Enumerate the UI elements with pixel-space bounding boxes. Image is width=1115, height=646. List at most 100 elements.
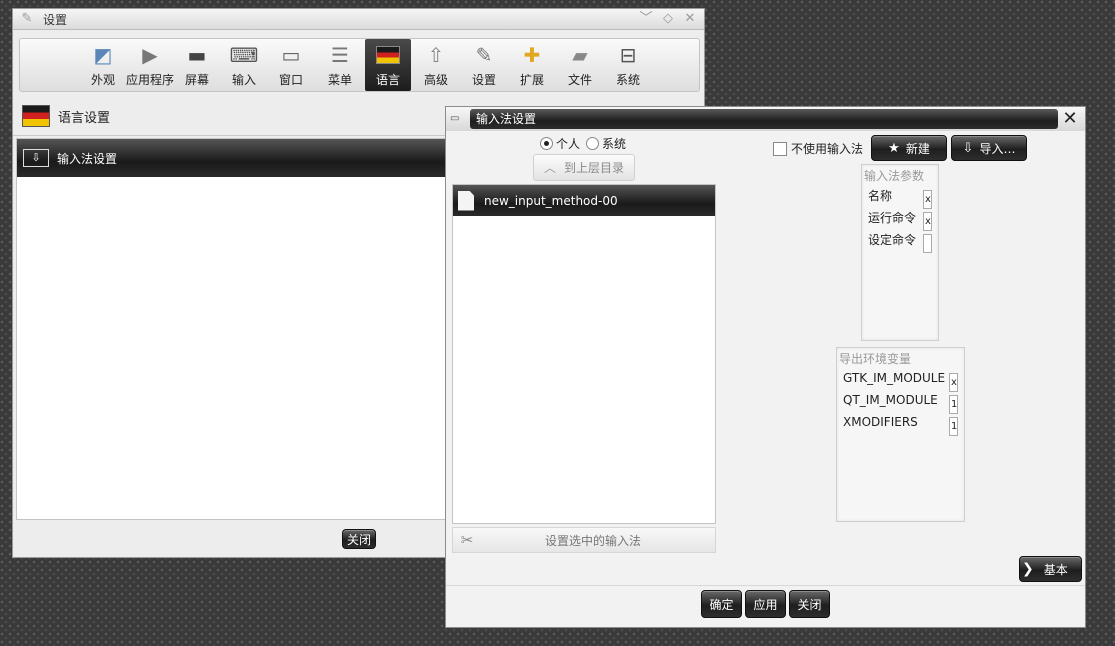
- toolbar-label: 外观: [90, 73, 115, 87]
- up-directory-label: 到上层目录: [564, 161, 625, 175]
- toolbar-label: 高级: [423, 73, 448, 87]
- toolbar-item-applications[interactable]: ▶ 应用程序: [124, 39, 176, 91]
- scope-radio-group: 个人 系统: [540, 135, 626, 152]
- field-label: XMODIFIERS: [843, 415, 918, 429]
- section-title: 语言设置: [58, 110, 111, 126]
- basic-label: 基本: [1043, 562, 1068, 577]
- group-title: 导出环境变量: [839, 352, 912, 366]
- toolbar-label: 输入: [231, 73, 256, 87]
- toolbar-item-extensions[interactable]: ✚ 扩展: [509, 39, 555, 91]
- applications-icon: ▶: [142, 43, 158, 67]
- window-title: 设置: [43, 12, 68, 27]
- group-title: 输入法参数: [864, 169, 925, 183]
- im-window-title: 输入法设置: [470, 109, 1058, 129]
- field-label: GTK_IM_MODULE: [843, 371, 946, 385]
- env-row-gtk: GTK_IM_MODULE: [837, 367, 964, 389]
- flag-icon: [374, 41, 402, 69]
- toolbar-item-advanced[interactable]: ⇧ 高级: [413, 39, 459, 91]
- list-item-label: 输入法设置: [57, 151, 118, 166]
- close-button[interactable]: 关闭: [342, 529, 376, 549]
- rocket-icon: ⇧: [427, 43, 445, 67]
- no-input-method-checkbox[interactable]: [773, 141, 787, 156]
- run-command-field[interactable]: x: [923, 212, 932, 231]
- chevron-right-icon: ❯: [1022, 561, 1034, 577]
- configure-selected-button[interactable]: ✂ 设置选中的输入法: [452, 527, 716, 553]
- toolbar-item-input[interactable]: ⌨ 输入: [221, 39, 267, 91]
- qt-im-module-field[interactable]: 1: [949, 395, 958, 414]
- toolbar-item-system[interactable]: ⊟ 系统: [605, 39, 651, 91]
- list-item-label: new_input_method-00: [484, 193, 618, 208]
- field-label: 设定命令: [868, 232, 917, 247]
- toolbar-label: 应用程序: [125, 73, 174, 87]
- flag-icon: [22, 105, 50, 127]
- import-button[interactable]: ⇩ 导入…: [951, 135, 1027, 161]
- toolbar-item-window[interactable]: ▭ 窗口: [268, 39, 314, 91]
- configure-selected-label: 设置选中的输入法: [545, 533, 642, 548]
- wrench-icon: ✎: [21, 11, 33, 26]
- basic-button[interactable]: ❯ 基本: [1019, 556, 1082, 582]
- toolbar-label: 屏幕: [184, 73, 209, 87]
- apply-button[interactable]: 应用: [745, 590, 786, 618]
- ok-button[interactable]: 确定: [701, 590, 742, 618]
- toolbar-label: 文件: [567, 73, 592, 87]
- puzzle-icon: ✚: [523, 43, 541, 67]
- list-item-input-method[interactable]: ⇩ 输入法设置: [17, 139, 449, 177]
- tools-icon: ✂: [460, 531, 474, 549]
- gtk-im-module-field[interactable]: x: [949, 373, 958, 392]
- env-vars-group: 导出环境变量 GTK_IM_MODULE QT_IM_MODULE XMODIF…: [836, 347, 965, 522]
- minimize-icon[interactable]: ﹀: [638, 11, 654, 27]
- toolbar-item-files[interactable]: ▰ 文件: [557, 39, 603, 91]
- language-options-list: ⇩ 输入法设置: [16, 138, 450, 520]
- divider: [446, 585, 1085, 586]
- xmodifiers-field[interactable]: 1: [949, 417, 958, 436]
- keyboard-icon: ⇩: [23, 149, 49, 167]
- radio-system[interactable]: [586, 137, 600, 150]
- toolbar-label: 扩展: [519, 73, 544, 87]
- settings-titlebar: ✎ 设置 ﹀ ◇ ✕: [13, 9, 704, 30]
- radio-system-label: 系统: [602, 137, 627, 151]
- radio-personal-label: 个人: [556, 137, 581, 151]
- up-directory-button[interactable]: ︿ 到上层目录: [533, 154, 635, 181]
- field-label: 名称: [868, 188, 893, 203]
- im-titlebar: ▭ 输入法设置: [446, 107, 1085, 131]
- toolbar-item-screen[interactable]: ▬ 屏幕: [174, 39, 220, 91]
- file-icon: [458, 190, 474, 211]
- new-button[interactable]: ★ 新建: [871, 135, 947, 161]
- category-toolbar: ◩ 外观 ▶ 应用程序 ▬ 屏幕 ⌨ 输入 ▭ 窗口 ☰ 菜单 语言 ⇧ 高级 …: [19, 38, 700, 92]
- new-label: 新建: [905, 141, 930, 156]
- no-input-method-label: 不使用输入法: [791, 142, 864, 156]
- toolbar-label: 设置: [471, 73, 496, 87]
- toolbar-item-menu[interactable]: ☰ 菜单: [317, 39, 363, 91]
- toolbar-label: 窗口: [278, 73, 303, 87]
- folder-icon: ▰: [572, 43, 588, 67]
- im-params-group: 输入法参数 名称 运行命令 设定命令 x x: [861, 164, 939, 341]
- close-button[interactable]: 关闭: [789, 590, 830, 618]
- toolbar-item-appearance[interactable]: ◩ 外观: [80, 39, 126, 91]
- list-item[interactable]: new_input_method-00: [453, 185, 715, 216]
- field-label: QT_IM_MODULE: [843, 393, 938, 407]
- import-icon: ⇩: [962, 140, 974, 156]
- maximize-icon[interactable]: ◇: [660, 11, 676, 27]
- toolbar-label: 语言: [375, 73, 400, 87]
- keyboard-icon: ▭: [450, 113, 460, 124]
- chevron-up-icon: ︿: [543, 161, 556, 175]
- name-field[interactable]: x: [923, 190, 932, 209]
- toolbar-item-language[interactable]: 语言: [365, 39, 411, 91]
- env-row-qt: QT_IM_MODULE: [837, 389, 964, 411]
- appearance-icon: ◩: [93, 43, 113, 67]
- toolbar-label: 菜单: [327, 73, 352, 87]
- close-icon[interactable]: ✕: [682, 11, 698, 27]
- menu-icon: ☰: [331, 43, 349, 67]
- input-icon: ⌨: [229, 43, 259, 67]
- toolbar-item-settings[interactable]: ✎ 设置: [461, 39, 507, 91]
- wrench-icon: ✎: [475, 43, 493, 67]
- window-icon: ▭: [281, 43, 301, 67]
- env-row-xmodifiers: XMODIFIERS: [837, 411, 964, 433]
- setup-command-field[interactable]: [923, 234, 932, 253]
- close-icon[interactable]: ✕: [1059, 109, 1081, 129]
- toolbar-label: 系统: [615, 73, 640, 87]
- input-method-window: ▭ 输入法设置 ✕ 个人 系统 ︿ 到上层目录 new_input_method…: [445, 106, 1086, 628]
- radio-personal[interactable]: [540, 137, 553, 150]
- import-label: 导入…: [979, 141, 1016, 156]
- star-icon: ★: [888, 140, 900, 156]
